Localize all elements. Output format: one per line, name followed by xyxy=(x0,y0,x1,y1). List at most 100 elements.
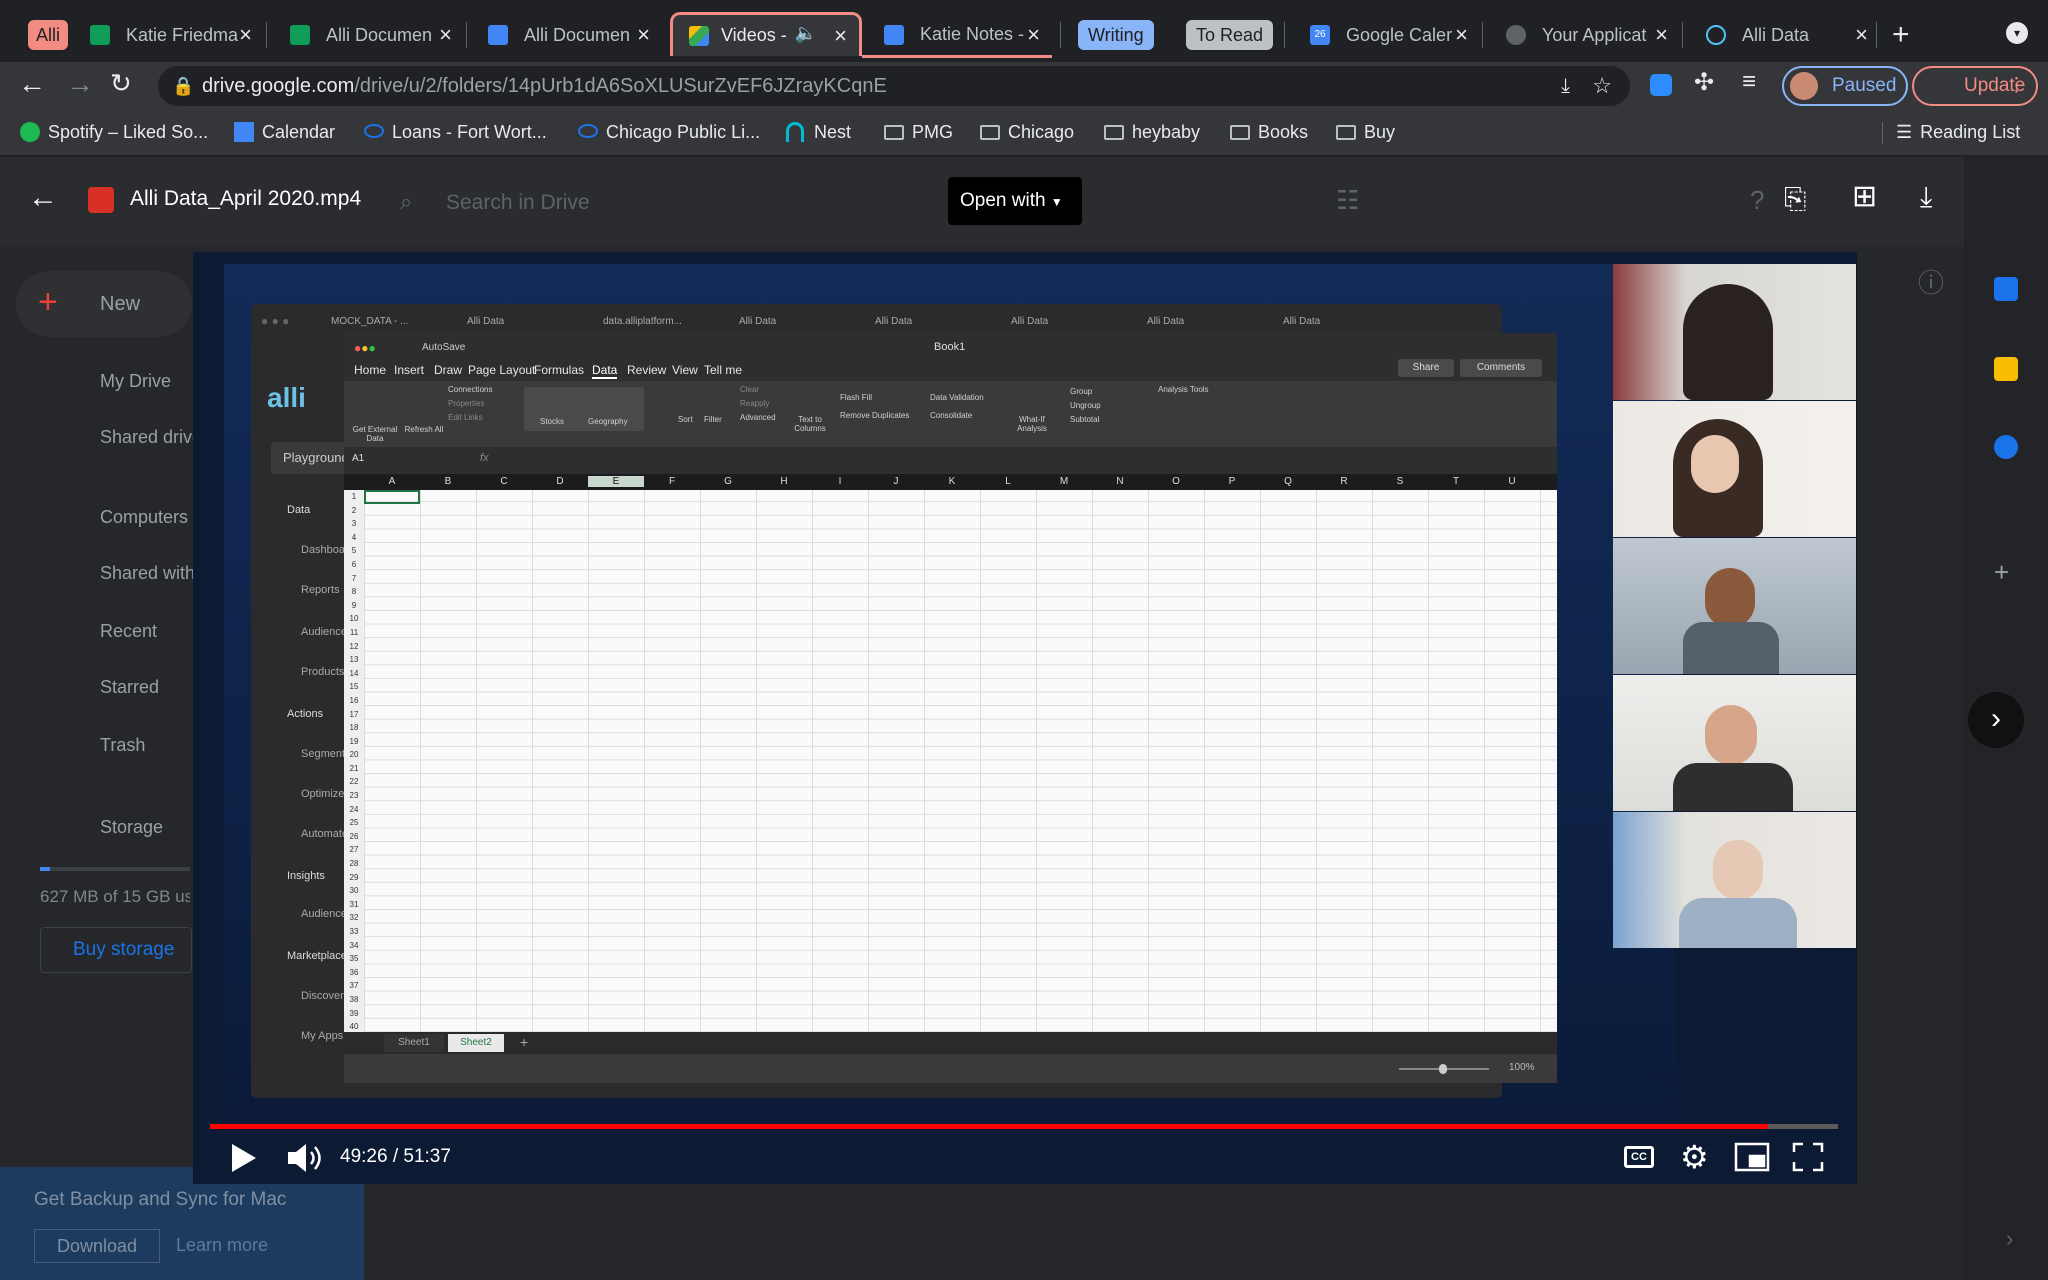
participant-tile-1 xyxy=(1613,264,1856,400)
bookmark-chicago-library[interactable]: Chicago Public Li... xyxy=(578,122,760,143)
tab-alli-documents-doc[interactable]: Alli Documen × xyxy=(466,14,662,56)
remove-duplicates: Remove Duplicates xyxy=(840,411,910,420)
tab-alli-documents-sheet[interactable]: Alli Documen × xyxy=(268,14,464,56)
tab-group-to-read[interactable]: To Read xyxy=(1186,20,1274,50)
close-icon[interactable]: × xyxy=(1855,22,1868,48)
bookmark-nest[interactable]: Nest xyxy=(786,122,851,143)
column-header: P xyxy=(1228,476,1236,487)
bookmark-label: Buy xyxy=(1364,122,1396,142)
participant-tile-5 xyxy=(1613,812,1856,948)
extensions-icon[interactable]: ✣ xyxy=(1694,68,1714,97)
new-label: New xyxy=(100,293,141,315)
bookmark-loans[interactable]: Loans - Fort Wort... xyxy=(364,122,547,143)
column-header: Q xyxy=(1284,476,1292,487)
bookmark-books[interactable]: Books xyxy=(1230,122,1308,143)
close-icon[interactable]: × xyxy=(1027,22,1040,48)
profile-button[interactable]: Paused xyxy=(1782,66,1908,106)
bookmark-buy[interactable]: Buy xyxy=(1336,122,1395,143)
sheet-tab-2: Sheet2 xyxy=(448,1034,504,1052)
url-host: drive.google.com xyxy=(202,75,355,97)
tab-title: Videos - xyxy=(721,25,787,45)
column-header: S xyxy=(1396,476,1404,487)
back-arrow-icon[interactable]: ← xyxy=(28,181,58,215)
bookmark-label: Calendar xyxy=(262,122,336,142)
bookmark-heybaby[interactable]: heybaby xyxy=(1104,122,1200,143)
clear: Clear xyxy=(740,385,760,394)
bookmark-label: Loans - Fort Wort... xyxy=(392,122,547,142)
close-icon[interactable]: × xyxy=(1455,22,1468,48)
what-if-analysis: What-If Analysis xyxy=(1017,415,1047,433)
close-icon[interactable]: × xyxy=(239,22,252,48)
tab-katie-notes[interactable]: Katie Notes - × xyxy=(862,14,1052,58)
open-with-button[interactable]: Open with ▼ xyxy=(948,177,1082,225)
tab-katie-friedman[interactable]: Katie Friedma × xyxy=(68,14,264,56)
new-tab-icon[interactable]: + xyxy=(1892,18,1910,52)
bookmark-pmg[interactable]: PMG xyxy=(884,122,953,143)
settings-gear-icon[interactable]: ⚙ xyxy=(1680,1138,1709,1176)
reload-icon[interactable]: ↻ xyxy=(110,68,132,99)
comments-button: Comments xyxy=(1460,359,1542,377)
forward-icon[interactable]: → xyxy=(66,68,94,100)
participant-tile-2 xyxy=(1613,401,1856,537)
spreadsheet-grid xyxy=(344,474,1557,1032)
tab-alli-data[interactable]: Alli Data × xyxy=(1684,14,1880,56)
tab-google-calendar[interactable]: 26 Google Caler × xyxy=(1288,14,1480,56)
zoom-extension-icon[interactable] xyxy=(1650,74,1672,96)
workbook-title: Book1 xyxy=(934,341,966,353)
connections: Connections xyxy=(448,385,493,394)
ribbon-tab: Data xyxy=(592,363,618,379)
miniplayer-icon[interactable] xyxy=(1734,1142,1770,1172)
subtotal: Subtotal xyxy=(1070,415,1100,424)
nav-my-drive: My Drive xyxy=(100,371,171,391)
row-header: 4 xyxy=(351,532,357,542)
address-bar[interactable]: 🔒 drive.google.com/drive/u/2/folders/14p… xyxy=(158,66,1630,106)
row-header: 29 xyxy=(349,872,359,882)
nav-computers: Computers xyxy=(100,507,189,527)
tab-group-alli[interactable]: Alli xyxy=(28,20,69,50)
alli-logo: alli xyxy=(267,382,306,413)
reading-list[interactable]: ☰ Reading List xyxy=(1896,122,2020,143)
consolidate: Consolidate xyxy=(930,411,973,420)
speaker-icon[interactable]: 🔈 xyxy=(795,23,817,44)
close-icon[interactable]: × xyxy=(834,23,847,49)
add-comment-icon[interactable]: ⊞ xyxy=(1852,179,1877,214)
download-icon[interactable]: ⤓ xyxy=(1920,181,1932,214)
column-header: J xyxy=(893,476,899,487)
progress-track[interactable] xyxy=(210,1124,1838,1129)
bookmark-label: Spotify – Liked So... xyxy=(48,122,209,142)
bookmark-chicago[interactable]: Chicago xyxy=(980,122,1074,143)
bookmark-spotify[interactable]: Spotify – Liked So... xyxy=(20,122,208,143)
add-to-drive-icon[interactable]: ⎘ xyxy=(1784,183,1806,216)
row-header: 21 xyxy=(349,763,359,773)
play-icon[interactable] xyxy=(226,1140,260,1176)
tab-your-application[interactable]: Your Applicat × xyxy=(1484,14,1680,56)
bookmark-star-icon[interactable]: ☆ xyxy=(1592,66,1612,106)
row-header: 9 xyxy=(351,600,357,610)
media-control-icon[interactable]: ≡ xyxy=(1742,68,1756,96)
ungroup: Ungroup xyxy=(1070,401,1101,410)
volume-icon[interactable] xyxy=(284,1140,324,1176)
tab-videos-active[interactable]: Videos - 🔈 × xyxy=(670,12,862,56)
close-icon[interactable]: × xyxy=(637,22,650,48)
nest-icon xyxy=(786,122,804,142)
tab-group-writing[interactable]: Writing xyxy=(1078,20,1154,50)
column-header: M xyxy=(1059,476,1069,487)
fullscreen-icon[interactable] xyxy=(1792,1142,1824,1172)
install-icon[interactable]: ⤓ xyxy=(1561,66,1570,106)
close-icon[interactable]: × xyxy=(1655,22,1668,48)
row-header: 7 xyxy=(351,573,357,583)
next-file-icon[interactable]: › xyxy=(1968,692,2024,748)
drive-icon xyxy=(689,26,709,46)
info-icon: ⓘ xyxy=(1918,268,1945,298)
close-icon[interactable]: × xyxy=(439,22,452,48)
bookmark-calendar[interactable]: Calendar xyxy=(234,122,335,143)
row-header: 20 xyxy=(349,750,359,760)
ribbon-tab: Formulas xyxy=(534,363,585,377)
tab-search-icon[interactable]: ▾ xyxy=(2006,22,2028,44)
video-file-icon xyxy=(88,187,114,213)
captions-icon[interactable]: CC xyxy=(1624,1146,1654,1168)
shared-browser-tab: MOCK_DATA - ... xyxy=(331,316,409,327)
back-icon[interactable]: ← xyxy=(18,68,46,100)
update-button[interactable]: Update ⋮ xyxy=(1912,66,2038,106)
browser-toolbar: ← → ↻ 🔒 drive.google.com/drive/u/2/folde… xyxy=(0,62,2048,110)
